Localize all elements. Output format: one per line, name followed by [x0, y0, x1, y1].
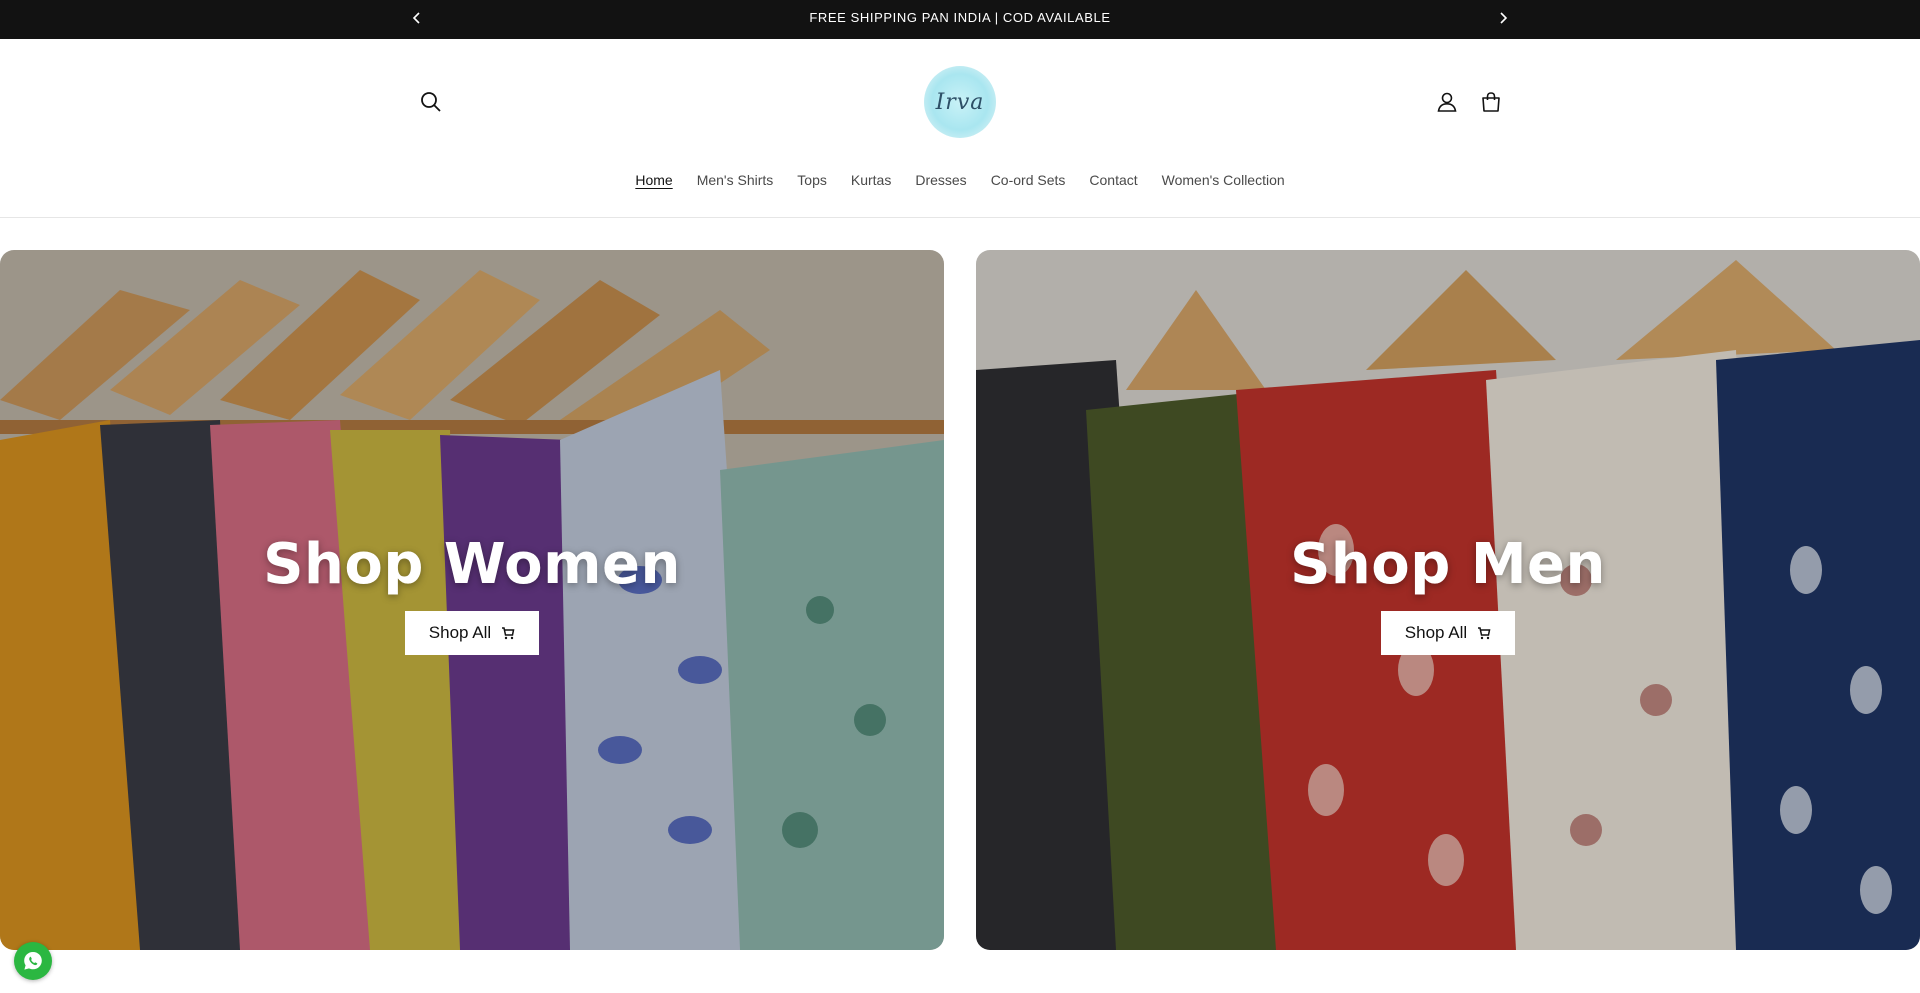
women-caption: Shop Women Shop All	[0, 532, 944, 655]
whatsapp-icon[interactable]	[14, 942, 52, 980]
logo[interactable]: Irva	[924, 66, 996, 138]
nav-tops[interactable]: Tops	[785, 165, 839, 195]
cart-icon	[1478, 627, 1491, 640]
main-nav: Home Men's Shirts Tops Kurtas Dresses Co…	[0, 165, 1920, 195]
nav-kurtas[interactable]: Kurtas	[839, 165, 903, 195]
account-icon[interactable]	[1427, 82, 1467, 122]
shop-men-tile[interactable]: Shop Men Shop All	[976, 250, 1920, 950]
shop-all-label: Shop All	[1404, 623, 1468, 642]
nav-mens-shirts[interactable]: Men's Shirts	[685, 165, 786, 195]
nav-contact[interactable]: Contact	[1077, 165, 1149, 195]
search-icon[interactable]	[411, 82, 451, 122]
shop-all-men-button[interactable]: Shop All	[1380, 611, 1516, 655]
shop-all-label: Shop All	[428, 623, 492, 642]
cart-icon	[502, 627, 515, 640]
nav-dresses[interactable]: Dresses	[903, 165, 978, 195]
site-header: Irva Home Men's Shirts Tops Kurtas Dress…	[0, 39, 1920, 218]
shop-all-women-button[interactable]: Shop All	[404, 611, 540, 655]
chevron-right-icon[interactable]	[1493, 8, 1513, 28]
nav-home[interactable]: Home	[623, 165, 684, 195]
shop-women-tile[interactable]: Shop Women Shop All	[0, 250, 944, 950]
shop-women-heading: Shop Women	[263, 532, 681, 597]
shop-men-heading: Shop Men	[1290, 532, 1606, 597]
announcement-bar: FREE SHIPPING PAN INDIA | COD AVAILABLE	[0, 0, 1920, 39]
nav-co-ord-sets[interactable]: Co-ord Sets	[979, 165, 1078, 195]
announcement-message: FREE SHIPPING PAN INDIA | COD AVAILABLE	[809, 10, 1111, 25]
men-caption: Shop Men Shop All	[976, 532, 1920, 655]
nav-womens-collection[interactable]: Women's Collection	[1150, 165, 1297, 195]
logo-text: Irva	[935, 89, 985, 115]
cart-icon[interactable]	[1471, 82, 1511, 122]
